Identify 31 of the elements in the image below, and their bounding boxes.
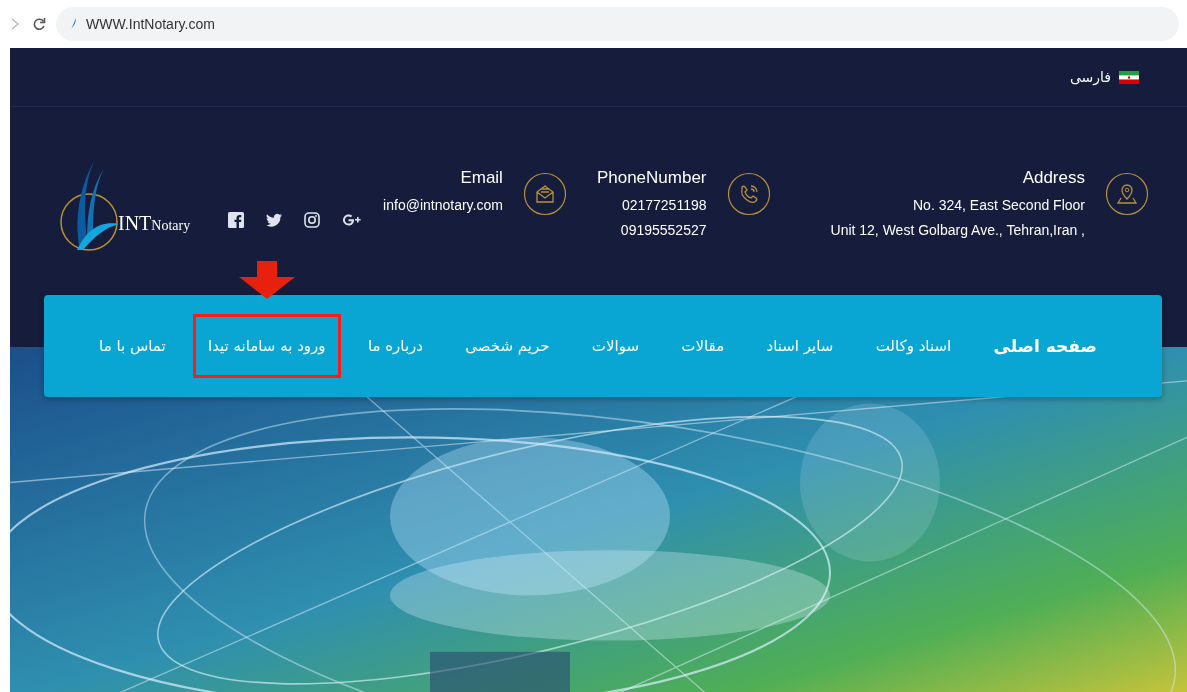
feather-icon: [70, 18, 78, 30]
contact-title: Email: [460, 168, 503, 188]
envelope-icon: [522, 172, 567, 216]
contact-detail: Unit 12, West Golbarg Ave., Tehran,Iran ,: [830, 222, 1085, 238]
nav-link[interactable]: تماس با ما: [84, 314, 181, 378]
contact-title: PhoneNumber: [596, 168, 707, 188]
nav-link[interactable]: اسناد وکالت: [860, 314, 967, 378]
google-plus-icon[interactable]: [342, 212, 363, 228]
instagram-icon[interactable]: [304, 212, 321, 228]
contact-detail: 02177251198: [621, 197, 707, 213]
flag-icon: [1119, 70, 1139, 84]
phone-icon: [726, 172, 771, 216]
logo-text: INTNotary: [118, 211, 191, 235]
facebook-icon[interactable]: [228, 212, 245, 228]
contact-title: Address: [1022, 168, 1085, 188]
nav-link[interactable]: سوالات: [576, 314, 655, 378]
nav-link[interactable]: سایر اسناد: [751, 314, 849, 378]
nav-link[interactable]: درباره ما: [352, 314, 439, 378]
down-arrow-icon: [238, 261, 295, 299]
language-link[interactable]: فارسی: [1069, 69, 1111, 85]
contact-detail: 09195552527: [620, 222, 707, 238]
contact-detail: info@intnotary.com: [383, 197, 503, 213]
reload-icon[interactable]: [32, 17, 46, 31]
nav-link[interactable]: مقالات: [666, 314, 740, 378]
address-bar[interactable]: WWW.IntNotary.com: [56, 7, 1179, 41]
contact-detail: No. 324, East Second Floor: [913, 197, 1085, 213]
url-text: WWW.IntNotary.com: [86, 16, 215, 32]
twitter-icon[interactable]: [266, 212, 283, 228]
nav-link[interactable]: حریم شخصی: [450, 314, 565, 378]
map-pin-icon: [1105, 172, 1149, 216]
nav-link[interactable]: صفحه اصلی: [978, 313, 1112, 379]
